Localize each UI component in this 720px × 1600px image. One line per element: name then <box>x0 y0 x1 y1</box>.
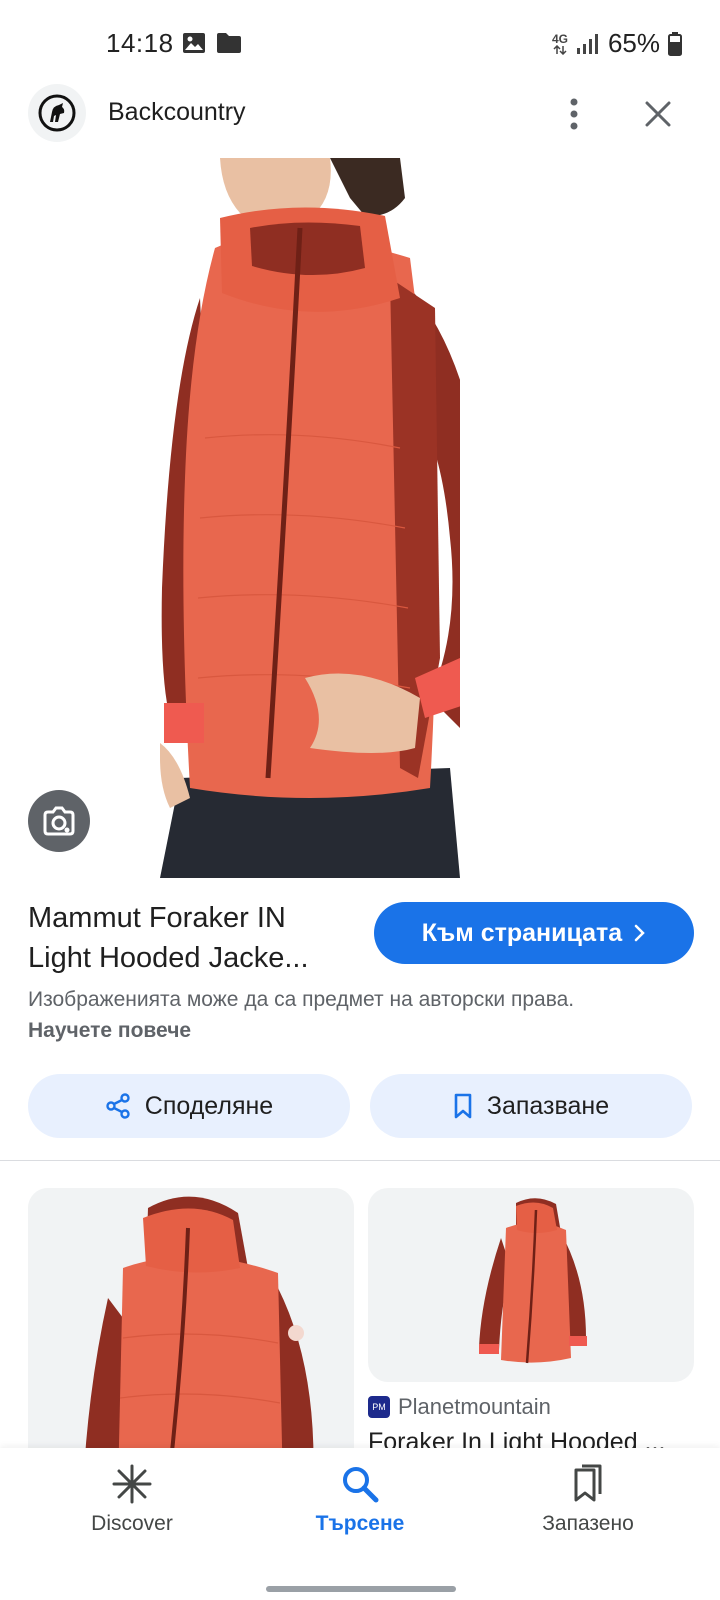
share-icon <box>106 1093 130 1119</box>
bottom-navigation: Discover Търсене Запазено <box>0 1448 720 1600</box>
site-name[interactable]: Backcountry <box>108 98 246 127</box>
more-options-button[interactable] <box>556 92 592 136</box>
related-result-image[interactable] <box>368 1188 694 1382</box>
notification-icons <box>182 32 242 54</box>
nav-search-label: Търсене <box>315 1512 405 1535</box>
goat-logo-icon <box>38 94 76 132</box>
image-viewer-page: 14:18 4G 65% Backcountry Mammut Foraker … <box>0 0 720 1600</box>
section-divider <box>0 1160 720 1161</box>
asterisk-icon <box>112 1464 152 1504</box>
status-time: 14:18 <box>106 28 174 58</box>
status-bar: 14:18 4G 65% <box>0 0 720 88</box>
planetmountain-favicon-icon: PM <box>368 1396 390 1418</box>
nav-search[interactable]: Търсене <box>275 1464 445 1536</box>
learn-more-link[interactable]: Научете повече <box>28 1019 191 1042</box>
nav-saved[interactable]: Запазено <box>503 1464 673 1536</box>
viewer-header: Backcountry <box>0 84 720 154</box>
save-button[interactable]: Запазване <box>370 1074 692 1138</box>
related-jacket-image <box>28 1188 354 1488</box>
nav-discover-label: Discover <box>91 1512 173 1535</box>
gallery-icon <box>183 33 205 53</box>
copyright-note: Изображенията може да са предмет на авто… <box>28 984 628 1046</box>
network-indicator: 4G <box>552 33 568 55</box>
share-label: Споделяне <box>144 1091 274 1120</box>
signal-icon <box>576 33 598 54</box>
folder-icon <box>217 33 241 53</box>
search-icon <box>343 1467 379 1503</box>
source-name: Planetmountain <box>398 1394 551 1419</box>
close-button[interactable] <box>636 92 680 136</box>
share-button[interactable]: Споделяне <box>28 1074 350 1138</box>
related-result-card[interactable] <box>28 1188 354 1488</box>
more-vert-icon <box>570 98 578 130</box>
save-label: Запазване <box>486 1091 610 1120</box>
product-image[interactable] <box>160 158 460 878</box>
chevron-right-icon <box>634 924 645 942</box>
gesture-handle[interactable] <box>266 1586 456 1592</box>
favicon-letters: PM <box>372 1402 386 1412</box>
related-jacket-thumbnail <box>479 1198 587 1364</box>
site-logo[interactable] <box>28 84 86 142</box>
jacket-photo <box>160 158 460 878</box>
battery-percent: 65% <box>607 28 660 58</box>
visit-page-label: Към страницата <box>421 918 623 947</box>
network-type: 4G <box>551 31 568 46</box>
status-right: 4G 65% <box>552 28 682 59</box>
lens-search-button[interactable] <box>28 790 90 852</box>
copyright-text: Изображенията може да са предмет на авто… <box>28 988 575 1011</box>
data-arrows-icon <box>553 44 567 55</box>
lens-camera-icon <box>43 806 75 836</box>
nav-discover[interactable]: Discover <box>47 1464 217 1536</box>
battery-icon <box>668 31 682 56</box>
product-title[interactable]: Mammut Foraker IN Light Hooded Jacke... <box>28 898 348 978</box>
bookmark-icon <box>454 1093 472 1119</box>
nav-saved-label: Запазено <box>542 1512 634 1535</box>
close-icon <box>645 101 671 127</box>
result-source[interactable]: PM Planetmountain <box>368 1394 551 1420</box>
visit-page-button[interactable]: Към страницата <box>374 902 694 964</box>
saved-icon <box>574 1464 602 1502</box>
